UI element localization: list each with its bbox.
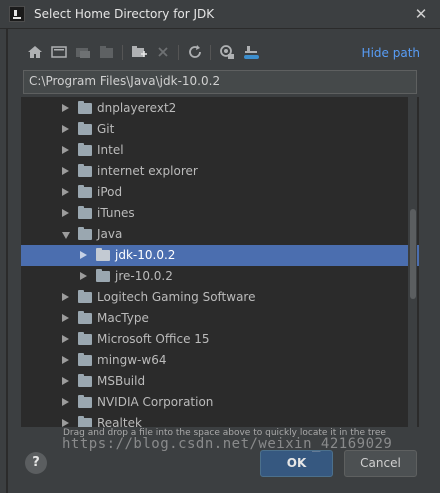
path-input[interactable]: C:\Program Files\Java\jdk-10.0.2	[23, 70, 417, 94]
background-ide-strip-right	[435, 29, 440, 493]
tree-row[interactable]: Realtek	[21, 413, 419, 427]
cloud-icon[interactable]	[242, 43, 260, 61]
tree-row[interactable]: MacType	[21, 308, 419, 329]
expand-right-icon[interactable]	[62, 293, 69, 301]
expand-right-icon[interactable]	[62, 398, 69, 406]
file-chooser-dialog: Hide path C:\Program Files\Java\jdk-10.0…	[8, 29, 435, 493]
folder-icon	[78, 374, 92, 387]
tree-row[interactable]: jdk-10.0.2	[21, 245, 419, 266]
tree-row-label: jdk-10.0.2	[115, 248, 176, 262]
project-icon[interactable]	[74, 43, 92, 61]
expand-right-icon[interactable]	[62, 419, 69, 427]
tree-row-label: Microsoft Office 15	[97, 332, 210, 346]
folder-icon	[78, 122, 92, 135]
tree-row[interactable]: mingw-w64	[21, 350, 419, 371]
expand-right-icon[interactable]	[62, 146, 69, 154]
tree-row-label: iPod	[97, 185, 123, 199]
folder-icon	[78, 185, 92, 198]
folder-icon	[78, 332, 92, 345]
tree-row[interactable]: Git	[21, 119, 419, 140]
intellij-app-icon	[9, 6, 25, 22]
tree-scrollbar-thumb[interactable]	[410, 209, 416, 299]
expand-right-icon[interactable]	[80, 251, 87, 259]
toolbar-separator	[122, 45, 123, 60]
tree-row-label: Realtek	[97, 416, 142, 427]
folder-icon	[78, 311, 92, 324]
folder-icon	[96, 269, 110, 282]
tree-row-label: jre-10.0.2	[115, 269, 173, 283]
folder-icon	[78, 101, 92, 114]
close-button[interactable]: ✕	[411, 4, 431, 24]
refresh-icon[interactable]	[186, 43, 204, 61]
expand-right-icon[interactable]	[62, 104, 69, 112]
folder-icon	[78, 206, 92, 219]
folder-icon	[78, 290, 92, 303]
expand-right-icon[interactable]	[62, 356, 69, 364]
module-icon[interactable]	[98, 43, 116, 61]
toolbar-separator	[178, 45, 179, 60]
tree-row[interactable]: MSBuild	[21, 371, 419, 392]
tree-row-label: internet explorer	[97, 164, 198, 178]
hide-path-link[interactable]: Hide path	[362, 46, 420, 60]
cancel-button[interactable]: Cancel	[344, 450, 417, 477]
folder-icon	[78, 353, 92, 366]
expand-right-icon[interactable]	[80, 272, 87, 280]
tree-row[interactable]: Logitech Gaming Software	[21, 287, 419, 308]
tree-row-label: NVIDIA Corporation	[97, 395, 214, 409]
folder-icon	[78, 227, 92, 240]
expand-right-icon[interactable]	[62, 167, 69, 175]
folder-icon	[78, 143, 92, 156]
background-ide-strip	[0, 29, 7, 493]
tree-row[interactable]: iTunes	[21, 203, 419, 224]
folder-icon	[96, 248, 110, 261]
tree-row-label: mingw-w64	[97, 353, 167, 367]
folder-icon	[78, 416, 92, 427]
new-folder-icon[interactable]	[130, 43, 148, 61]
tree-row[interactable]: NVIDIA Corporation	[21, 392, 419, 413]
window-title: Select Home Directory for JDK	[34, 7, 215, 21]
ok-button[interactable]: OK	[260, 450, 333, 477]
title-bar: Select Home Directory for JDK ✕	[0, 0, 440, 29]
expand-right-icon[interactable]	[62, 314, 69, 322]
expand-right-icon[interactable]	[62, 188, 69, 196]
tree-row[interactable]: internet explorer	[21, 161, 419, 182]
watermark-text: https://blog.csdn.net/weixin_42169029	[62, 436, 393, 452]
tree-row[interactable]: jre-10.0.2	[21, 266, 419, 287]
tree-row[interactable]: iPod	[21, 182, 419, 203]
desktop-icon[interactable]	[50, 43, 68, 61]
expand-down-icon[interactable]	[62, 232, 70, 239]
home-icon[interactable]	[26, 43, 44, 61]
expand-right-icon[interactable]	[62, 209, 69, 217]
show-hidden-icon[interactable]	[218, 43, 236, 61]
tree-row[interactable]: Java	[21, 224, 419, 245]
tree-row[interactable]: dnplayerext2	[21, 98, 419, 119]
expand-right-icon[interactable]	[62, 125, 69, 133]
tree-row-label: Intel	[97, 143, 124, 157]
tree-row-label: Git	[97, 122, 115, 136]
tree-row[interactable]: Intel	[21, 140, 419, 161]
help-button[interactable]: ?	[25, 452, 47, 474]
expand-right-icon[interactable]	[62, 377, 69, 385]
tree-row-label: Java	[97, 227, 123, 241]
toolbar-separator	[210, 45, 211, 60]
folder-icon	[78, 395, 92, 408]
expand-right-icon[interactable]	[62, 335, 69, 343]
tree-row-label: MSBuild	[97, 374, 146, 388]
tree-row-label: iTunes	[97, 206, 135, 220]
tree-row-label: MacType	[97, 311, 149, 325]
tree-row-label: Logitech Gaming Software	[97, 290, 256, 304]
directory-tree[interactable]: dnplayerext2 Git Intel internet explorer iPo…	[21, 97, 419, 427]
folder-icon	[78, 164, 92, 177]
tree-row[interactable]: Microsoft Office 15	[21, 329, 419, 350]
delete-icon[interactable]	[154, 43, 172, 61]
tree-row-label: dnplayerext2	[97, 101, 177, 115]
